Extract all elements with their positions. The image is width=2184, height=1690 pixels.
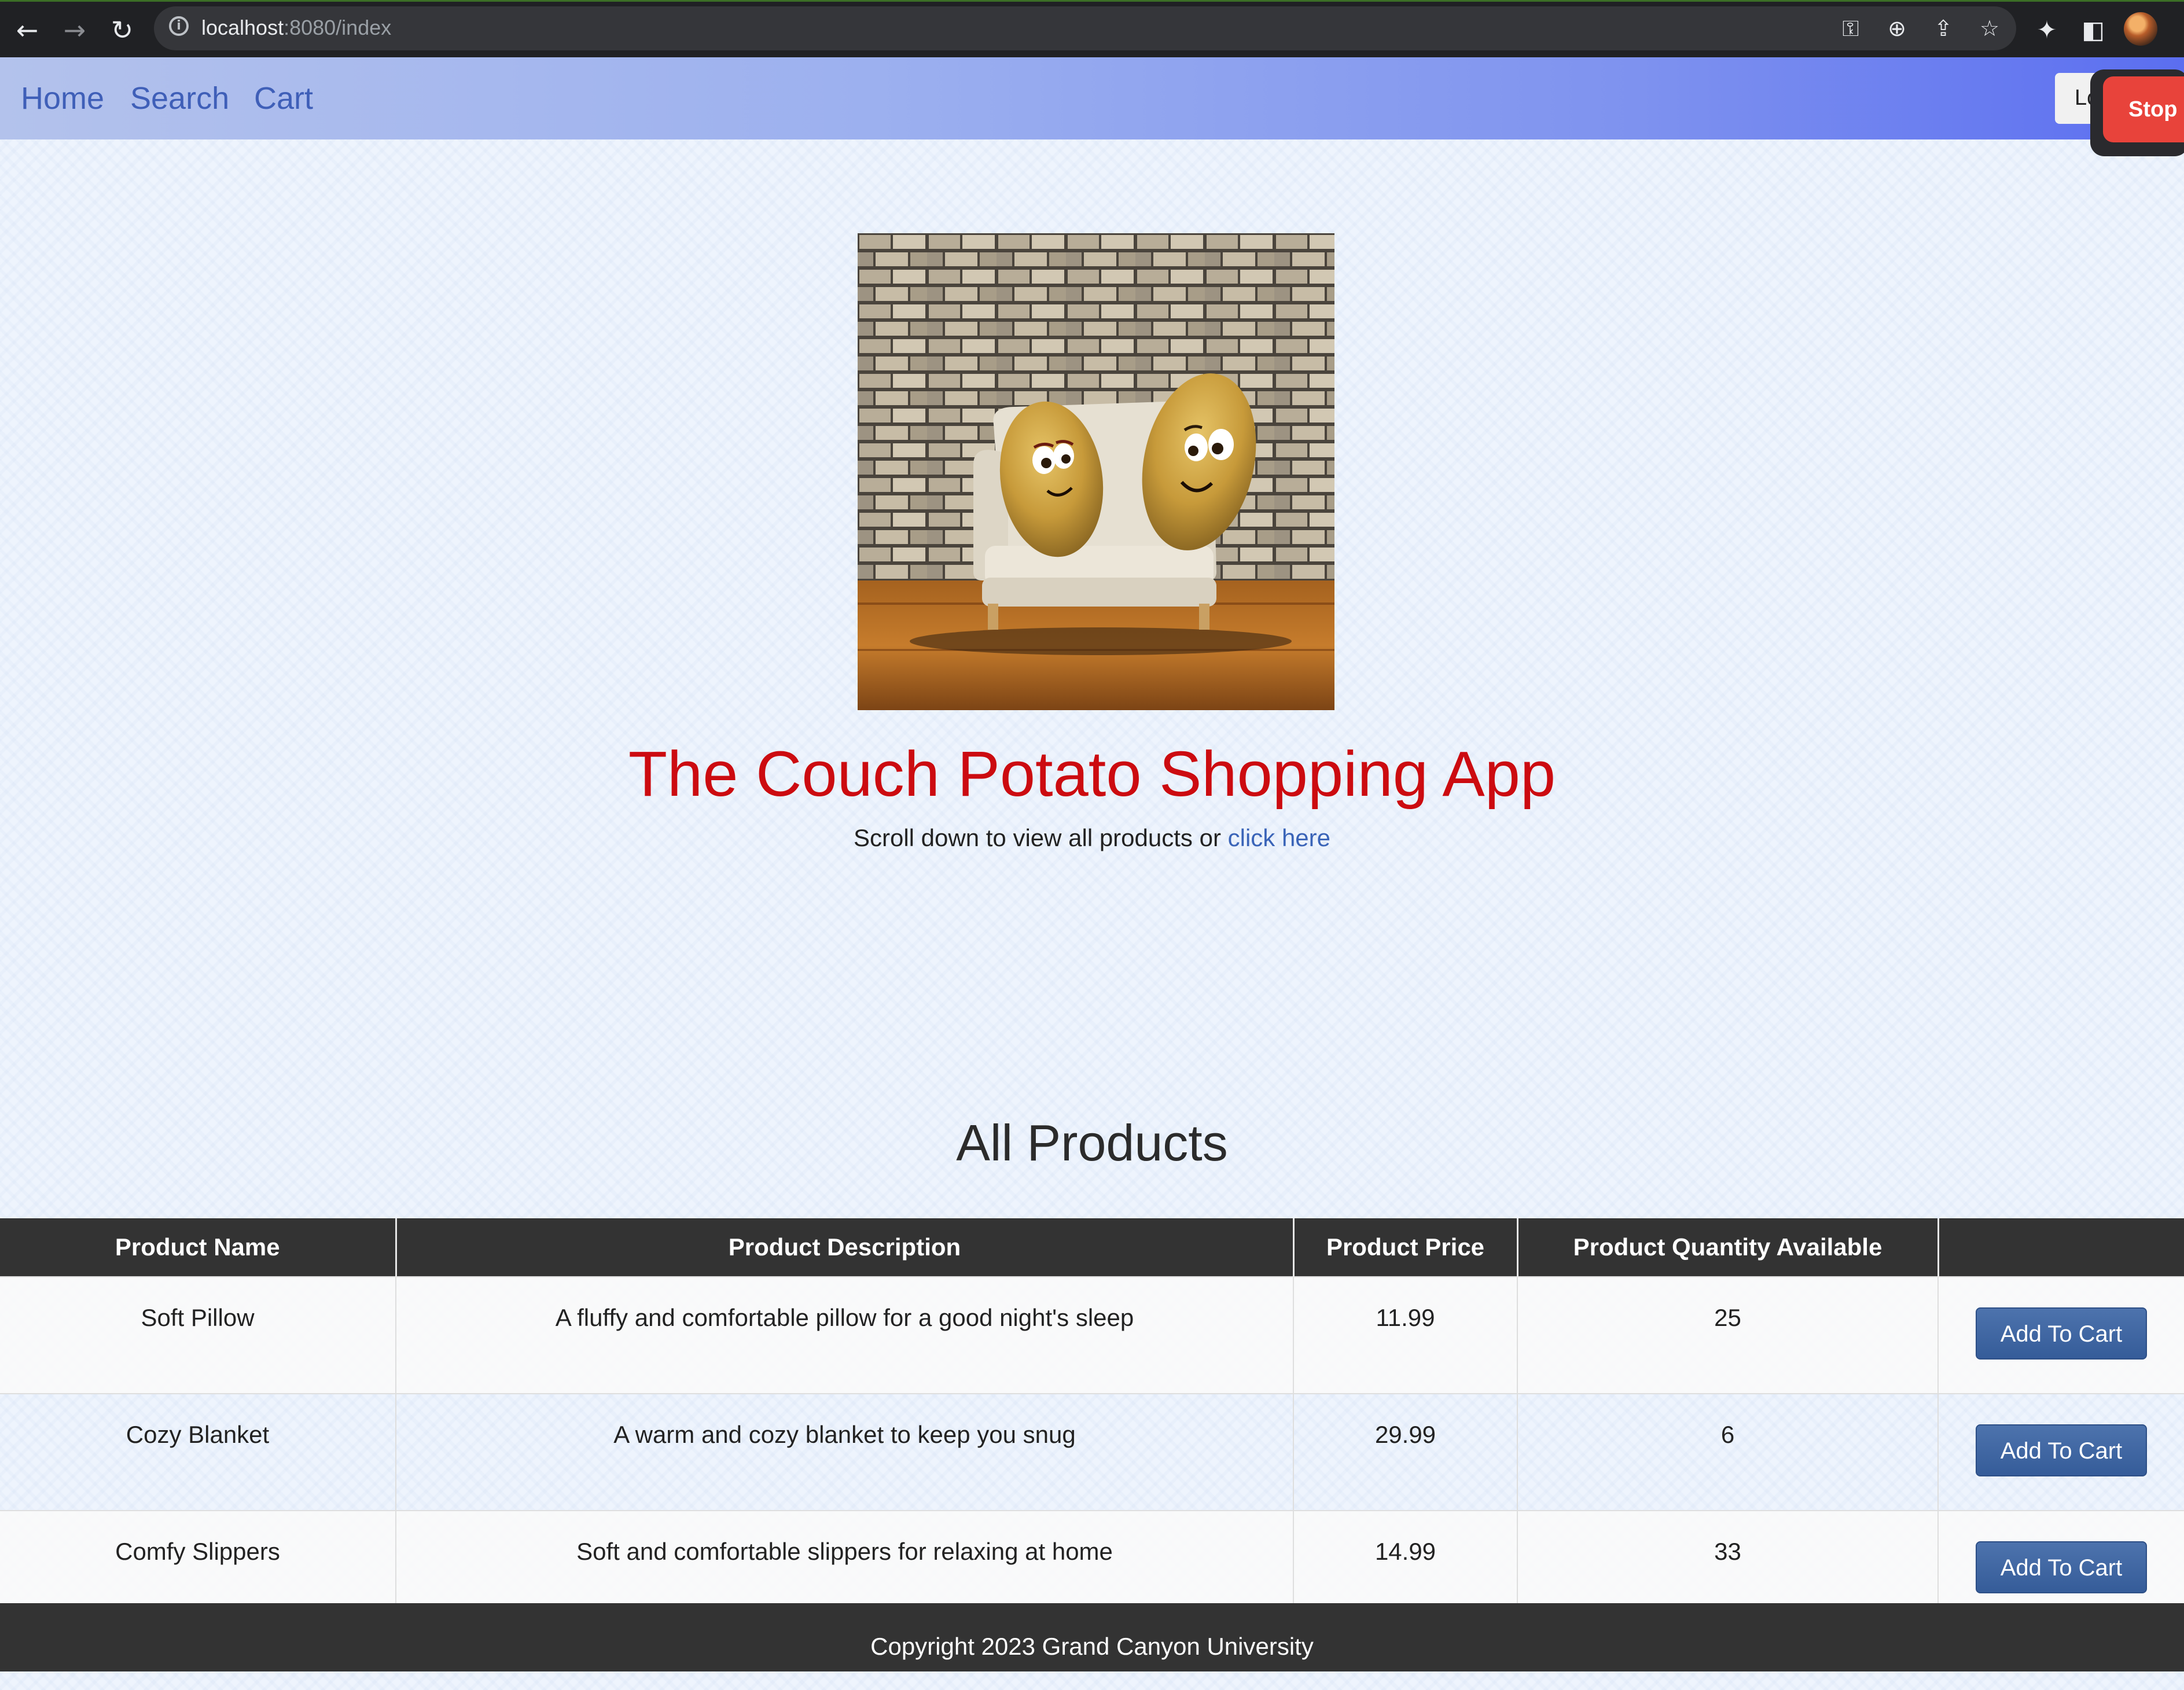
page-footer: Copyright 2023 Grand Canyon University xyxy=(0,1603,2184,1671)
column-header-description: Product Description xyxy=(395,1218,1293,1277)
footer-copyright: Copyright 2023 Grand Canyon University xyxy=(870,1633,1314,1660)
product-actions: Add To Cart xyxy=(1937,1276,2184,1394)
products-table: Product Name Product Description Product… xyxy=(0,1218,2184,1627)
click-here-link[interactable]: click here xyxy=(1228,824,1330,851)
app-navbar: Home Search Cart Lo xyxy=(0,57,2184,139)
all-products-heading: All Products xyxy=(956,1114,1228,1171)
product-name: Cozy Blanket xyxy=(0,1393,396,1511)
browser-toolbar: ← → ↻ i localhost:8080/index ⚿ ⊕ ⇪ ☆ ✦ ◧ xyxy=(0,0,2184,57)
table-row: Soft Pillow A fluffy and comfortable pil… xyxy=(0,1276,2184,1394)
hero-subtitle-text: Scroll down to view all products or xyxy=(853,824,1228,851)
table-row: Cozy Blanket A warm and cozy blanket to … xyxy=(0,1393,2184,1511)
url-text[interactable]: localhost:8080/index xyxy=(201,14,391,42)
hero-image xyxy=(858,233,1334,710)
arrow-left-icon: ← xyxy=(16,14,39,46)
address-bar[interactable]: i localhost:8080/index ⚿ ⊕ ⇪ ☆ xyxy=(154,6,2016,50)
reload-icon: ↻ xyxy=(111,14,134,46)
arrow-right-icon: → xyxy=(63,14,86,46)
nav-link-search[interactable]: Search xyxy=(130,78,229,119)
product-quantity: 25 xyxy=(1517,1276,1938,1394)
side-panel-icon[interactable]: ◧ xyxy=(2074,11,2112,49)
product-actions: Add To Cart xyxy=(1937,1393,2184,1511)
share-icon[interactable]: ⇪ xyxy=(1929,14,1957,42)
column-header-actions xyxy=(1937,1218,2184,1277)
forward-button[interactable]: → xyxy=(56,11,94,49)
url-path: :8080/index xyxy=(284,16,392,39)
reload-button[interactable]: ↻ xyxy=(103,11,141,49)
column-header-name: Product Name xyxy=(0,1218,396,1277)
profile-avatar[interactable] xyxy=(2124,12,2157,46)
add-to-cart-button[interactable]: Add To Cart xyxy=(1976,1424,2147,1476)
key-icon[interactable]: ⚿ xyxy=(1837,14,1865,42)
product-description: A fluffy and comfortable pillow for a go… xyxy=(395,1276,1293,1394)
page-title: The Couch Potato Shopping App xyxy=(628,739,1556,810)
nav-link-cart[interactable]: Cart xyxy=(254,78,313,119)
extensions-puzzle-icon[interactable]: ✦ xyxy=(2028,11,2066,49)
column-header-price: Product Price xyxy=(1292,1218,1517,1277)
bookmark-star-icon[interactable]: ☆ xyxy=(1976,14,2003,42)
product-price: 11.99 xyxy=(1293,1276,1517,1394)
stop-button[interactable]: Stop xyxy=(2103,76,2184,142)
product-name: Soft Pillow xyxy=(0,1276,396,1394)
add-to-cart-button[interactable]: Add To Cart xyxy=(1976,1541,2147,1593)
site-info-icon[interactable]: i xyxy=(169,16,189,36)
table-header-row: Product Name Product Description Product… xyxy=(0,1218,2184,1277)
url-host: localhost xyxy=(201,16,284,39)
add-to-cart-button[interactable]: Add To Cart xyxy=(1976,1307,2147,1360)
column-header-quantity: Product Quantity Available xyxy=(1516,1218,1938,1277)
zoom-icon[interactable]: ⊕ xyxy=(1883,14,1911,42)
product-price: 29.99 xyxy=(1293,1393,1517,1511)
back-button[interactable]: ← xyxy=(8,11,46,49)
couch-potato-illustration xyxy=(858,233,1334,710)
product-description: A warm and cozy blanket to keep you snug xyxy=(395,1393,1293,1511)
hero-subtitle: Scroll down to view all products or clic… xyxy=(0,822,2184,854)
product-quantity: 6 xyxy=(1517,1393,1938,1511)
nav-link-home[interactable]: Home xyxy=(21,78,104,119)
